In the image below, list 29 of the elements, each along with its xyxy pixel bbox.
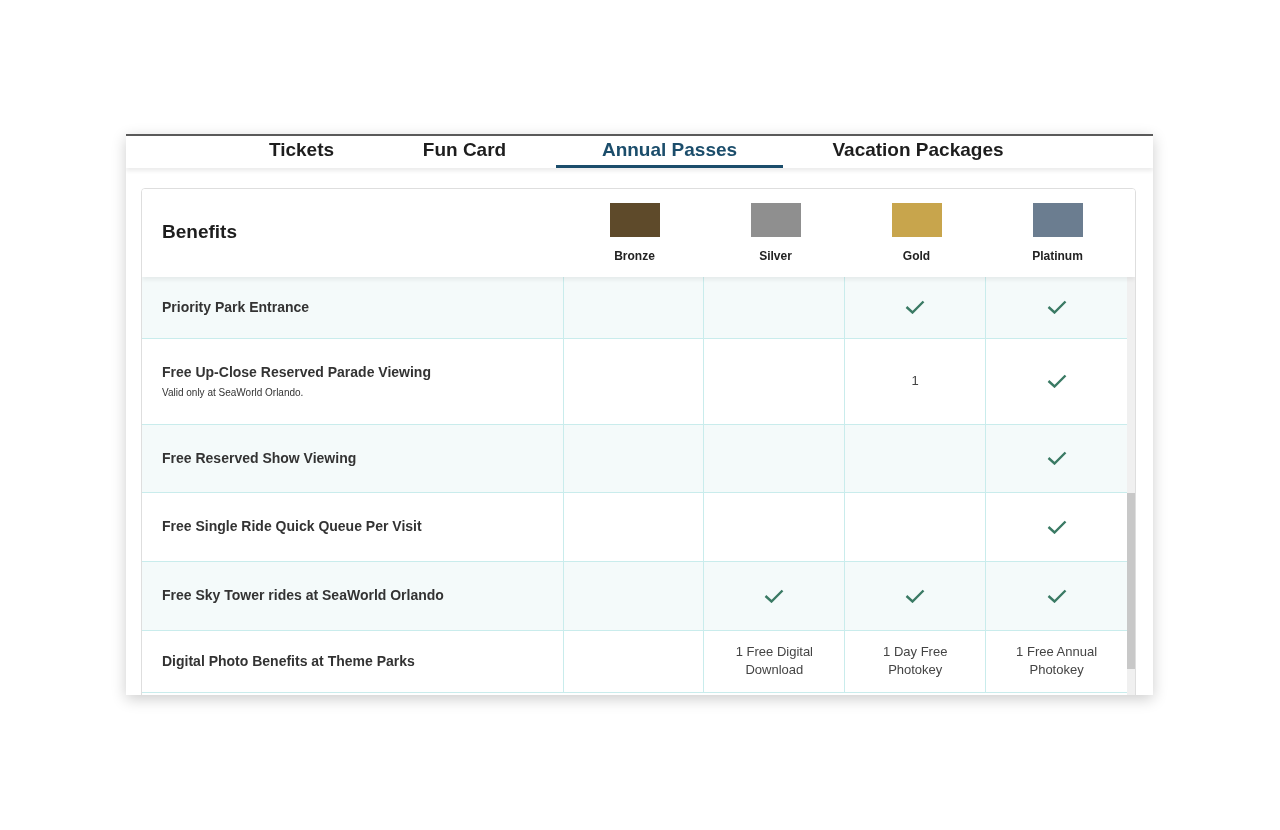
benefit-note: Valid only at SeaWorld Orlando.: [162, 386, 305, 400]
check-icon: [1046, 588, 1067, 603]
check-icon: [1046, 519, 1067, 534]
check-icon: [764, 588, 785, 603]
benefit-label: Digital Photo Benefits at Theme Parks: [162, 651, 416, 671]
cell-text: 1 Free Digital Download: [734, 643, 814, 679]
tab[interactable]: Fun Card: [373, 136, 556, 168]
cell-text: 1 Free Annual Photokey: [1015, 643, 1099, 679]
check-icon: [1046, 374, 1067, 388]
tier-name: Platinum: [1032, 247, 1083, 265]
benefit-label: Free Single Ride Quick Queue Per Visit: [162, 517, 423, 536]
benefit-label: Priority Park Entrance: [162, 297, 311, 317]
tier-name: Bronze: [614, 247, 655, 265]
benefits-heading: Benefits: [162, 220, 237, 245]
cell-text: 1 Day Free Photokey: [882, 643, 949, 679]
check-icon: [1046, 451, 1067, 465]
benefit-label: Free Reserved Show Viewing: [162, 448, 358, 468]
cell-text: 1: [910, 372, 920, 390]
scrollbar[interactable]: [1127, 276, 1135, 695]
tier-name: Gold: [902, 247, 931, 265]
check-icon: [905, 300, 926, 314]
benefit-label: Free Sky Tower rides at SeaWorld Orlando: [162, 586, 445, 605]
check-icon: [905, 588, 926, 603]
check-icon: [1046, 300, 1067, 314]
benefit-label: Free Up-Close Reserved Parade Viewing: [162, 363, 432, 382]
tab[interactable]: Annual Passes: [556, 136, 783, 168]
tab[interactable]: Tickets: [230, 136, 373, 168]
tab[interactable]: Vacation Packages: [783, 136, 1053, 168]
tier-name: Silver: [759, 247, 792, 265]
